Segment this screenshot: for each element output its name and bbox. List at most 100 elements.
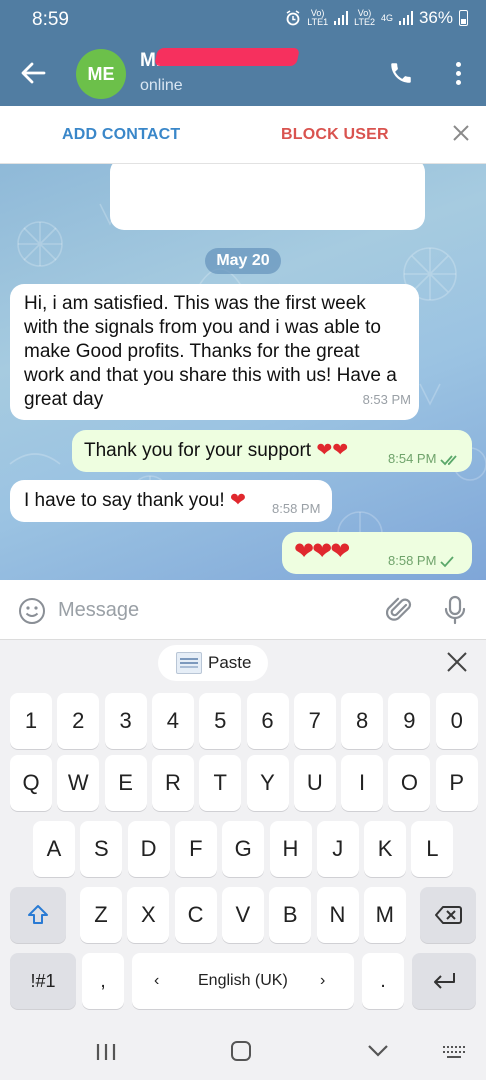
key-y[interactable]: Y bbox=[246, 755, 289, 811]
contact-status: online bbox=[140, 77, 183, 94]
clipboard-icon bbox=[176, 652, 202, 674]
battery-percent: 36% bbox=[418, 8, 453, 27]
avatar[interactable]: ME bbox=[76, 49, 126, 99]
message-input[interactable] bbox=[58, 594, 368, 626]
key-r[interactable]: R bbox=[151, 755, 194, 811]
close-icon[interactable] bbox=[444, 649, 470, 675]
message-outgoing[interactable]: Thank you for your support ❤❤ 8:54 PM bbox=[72, 430, 472, 472]
message-time: 8:54 PM bbox=[388, 447, 460, 471]
date-separator: May 20 bbox=[205, 248, 281, 274]
heart-emoji: ❤❤ bbox=[316, 440, 349, 461]
heart-emoji: ❤❤❤ bbox=[294, 538, 350, 565]
message-outgoing[interactable]: ❤❤❤ 8:58 PM bbox=[282, 532, 472, 574]
backspace-icon bbox=[435, 906, 462, 924]
battery-icon bbox=[459, 10, 468, 26]
key-a[interactable]: A bbox=[33, 821, 75, 877]
message-incoming[interactable]: I have to say thank you! ❤ 8:58 PM bbox=[10, 480, 332, 522]
double-check-icon bbox=[440, 455, 458, 466]
status-indicators: Vo) LTE1 Vo) LTE2 4G 36% bbox=[285, 8, 468, 28]
contact-action-bar: ADD CONTACT BLOCK USER bbox=[0, 106, 486, 164]
key-4[interactable]: 4 bbox=[151, 693, 194, 749]
key-s[interactable]: S bbox=[80, 821, 123, 877]
more-vert-icon[interactable] bbox=[448, 58, 468, 88]
enter-icon bbox=[434, 973, 455, 989]
message-composer bbox=[0, 580, 486, 640]
signal-1-icon bbox=[334, 11, 349, 25]
message-time: 8:58 PM bbox=[388, 549, 455, 573]
key-o[interactable]: O bbox=[388, 755, 431, 811]
key-2[interactable]: 2 bbox=[57, 693, 100, 749]
paste-button[interactable]: Paste bbox=[158, 645, 268, 681]
key-9[interactable]: 9 bbox=[388, 693, 431, 749]
chevron-down-icon[interactable] bbox=[366, 1040, 390, 1060]
status-time: 8:59 bbox=[32, 9, 69, 30]
sim2-label: Vo) LTE2 bbox=[354, 8, 375, 27]
key-m[interactable]: M bbox=[363, 887, 406, 943]
chat-messages[interactable]: May 20 Hi, i am satisfied. This was the … bbox=[0, 164, 486, 580]
key-k[interactable]: K bbox=[364, 821, 407, 877]
key-f[interactable]: F bbox=[174, 821, 217, 877]
backspace-key[interactable] bbox=[420, 887, 476, 943]
key-u[interactable]: U bbox=[293, 755, 336, 811]
key-x[interactable]: X bbox=[127, 887, 170, 943]
paste-label: Paste bbox=[208, 653, 252, 672]
key-6[interactable]: 6 bbox=[246, 693, 289, 749]
network-label: 4G bbox=[380, 12, 393, 23]
keyboard: Paste 1234567890 QWERTYUIOP ASDFGHJKL ZX… bbox=[0, 641, 486, 1021]
key-p[interactable]: P bbox=[435, 755, 478, 811]
key-1[interactable]: 1 bbox=[10, 693, 52, 749]
key-7[interactable]: 7 bbox=[293, 693, 336, 749]
key-j[interactable]: J bbox=[316, 821, 359, 877]
microphone-icon[interactable] bbox=[442, 595, 468, 625]
alarm-icon bbox=[286, 10, 300, 26]
block-user-button[interactable]: BLOCK USER bbox=[281, 126, 389, 144]
status-bar: 8:59 Vo) LTE1 Vo) LTE2 4G 36% bbox=[0, 0, 486, 40]
key-t[interactable]: T bbox=[199, 755, 242, 811]
key-z[interactable]: Z bbox=[80, 887, 122, 943]
phone-icon[interactable] bbox=[388, 60, 414, 86]
keyboard-switch-icon[interactable] bbox=[442, 1045, 466, 1059]
key-0[interactable]: 0 bbox=[435, 693, 478, 749]
message-time: 8:58 PM bbox=[272, 501, 321, 516]
enter-key[interactable] bbox=[412, 953, 476, 1009]
recents-icon[interactable] bbox=[95, 1043, 117, 1061]
key-3[interactable]: 3 bbox=[104, 693, 147, 749]
key-e[interactable]: E bbox=[104, 755, 147, 811]
add-contact-button[interactable]: ADD CONTACT bbox=[62, 126, 180, 144]
key-g[interactable]: G bbox=[222, 821, 265, 877]
key-q[interactable]: Q bbox=[10, 755, 52, 811]
key-8[interactable]: 8 bbox=[341, 693, 384, 749]
message-text: Hi, i am satisfied. This was the first w… bbox=[24, 293, 397, 410]
emoji-icon[interactable] bbox=[18, 597, 46, 625]
language-next: › bbox=[320, 972, 326, 989]
comma-key[interactable]: , bbox=[82, 953, 124, 1009]
message-text: I have to say thank you! ❤ bbox=[24, 490, 246, 511]
key-l[interactable]: L bbox=[411, 821, 454, 877]
redaction-mark bbox=[154, 48, 300, 66]
previous-message-bubble[interactable] bbox=[110, 164, 425, 230]
back-arrow-icon[interactable] bbox=[18, 58, 48, 88]
key-w[interactable]: W bbox=[57, 755, 100, 811]
key-5[interactable]: 5 bbox=[199, 693, 242, 749]
paperclip-icon[interactable] bbox=[386, 596, 414, 624]
space-key[interactable]: ‹ English (UK) › bbox=[132, 953, 354, 1009]
symbols-key[interactable]: !#1 bbox=[10, 953, 76, 1009]
message-time: 8:53 PM bbox=[362, 392, 411, 407]
message-text: Thank you for your support ❤❤ bbox=[84, 440, 349, 461]
shift-key[interactable] bbox=[10, 887, 66, 943]
key-b[interactable]: B bbox=[269, 887, 312, 943]
home-icon[interactable] bbox=[231, 1041, 251, 1061]
key-h[interactable]: H bbox=[269, 821, 312, 877]
language-label: English (UK) bbox=[198, 972, 288, 989]
shift-icon bbox=[28, 905, 48, 924]
message-incoming[interactable]: Hi, i am satisfied. This was the first w… bbox=[10, 284, 419, 420]
key-n[interactable]: N bbox=[316, 887, 359, 943]
chat-header: ME M. online bbox=[0, 40, 486, 106]
key-v[interactable]: V bbox=[221, 887, 264, 943]
key-d[interactable]: D bbox=[127, 821, 170, 877]
close-icon[interactable] bbox=[452, 124, 470, 142]
system-nav-bar bbox=[0, 1021, 486, 1080]
key-i[interactable]: I bbox=[341, 755, 384, 811]
key-c[interactable]: C bbox=[174, 887, 217, 943]
period-key[interactable]: . bbox=[362, 953, 404, 1009]
